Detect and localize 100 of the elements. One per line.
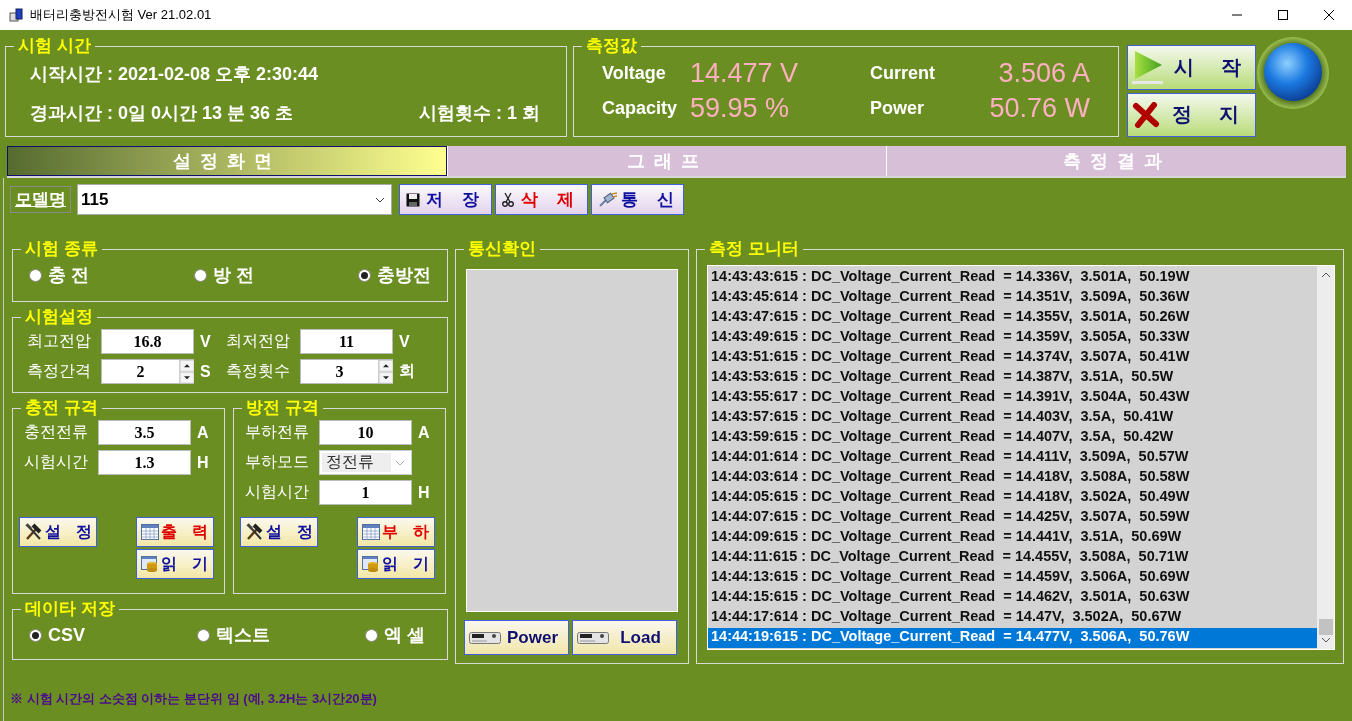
group-title: 방전 규격 (245, 398, 320, 418)
window-title: 배터리충방전시험 Ver 21.02.01 (30, 6, 212, 24)
log-line[interactable]: 14:43:49:615 : DC_Voltage_Current_Read = 14.359V, 3.505A, 50.33W (708, 328, 1317, 348)
measurement-value: 3.506 A (997, 58, 1090, 89)
radio-button[interactable] (29, 268, 42, 282)
note-text: ※ 시험 시간의 소숫점 이하는 분단위 임 (예, 3.2H는 3시간20분) (10, 690, 378, 708)
hammer-icon (245, 523, 265, 541)
radio-label: 방 전 (212, 264, 254, 287)
group-title: 통신확인 (467, 239, 537, 259)
measurement-value: 59.95 % (690, 93, 791, 124)
field-label: 시험시간 (245, 482, 310, 502)
log-line[interactable]: 14:44:15:615 : DC_Voltage_Current_Read = 14.462V, 3.501A, 50.63W (708, 588, 1317, 608)
action-button[interactable]: 출 력 (136, 517, 214, 547)
dropdown-field[interactable]: 정전류 (319, 450, 412, 475)
log-line[interactable]: 14:43:53:615 : DC_Voltage_Current_Read = 14.387V, 3.51A, 50.5W (708, 368, 1317, 388)
field-label: 최저전압 (226, 331, 291, 351)
field-label: 부하모드 (245, 452, 310, 472)
toolbar-button[interactable]: 통 신 (591, 184, 684, 215)
log-line[interactable]: 14:44:09:615 : DC_Voltage_Current_Read = 14.441V, 3.51A, 50.69W (708, 528, 1317, 548)
unit-label: A (197, 423, 210, 442)
spin-up-icon (180, 360, 194, 372)
action-button[interactable]: 부 하 (357, 517, 435, 547)
radio-label: 엑 셀 (384, 624, 425, 647)
test-count-text: 시험횟수 : 1 회 (419, 102, 540, 125)
app-icon (8, 7, 24, 23)
log-line[interactable]: 14:44:17:614 : DC_Voltage_Current_Read = 14.47V, 3.502A, 50.67W (708, 608, 1317, 628)
maximize-icon[interactable] (1277, 9, 1289, 21)
unit-label: 회 (399, 361, 415, 381)
input-field[interactable]: 1.3 (98, 450, 191, 475)
measurement-label: Capacity (602, 98, 679, 119)
action-button[interactable]: 읽 기 (357, 549, 435, 579)
scissors-icon (502, 191, 514, 208)
group-title: 시험설정 (24, 307, 94, 327)
log-line[interactable]: 14:43:55:617 : DC_Voltage_Current_Read = 14.391V, 3.504A, 50.43W (708, 388, 1317, 408)
log-line[interactable]: 14:43:43:615 : DC_Voltage_Current_Read = 14.336V, 3.501A, 50.19W (708, 268, 1317, 288)
toolbar-button[interactable]: 삭 제 (495, 184, 588, 215)
input-field[interactable]: 11 (300, 329, 393, 354)
group-title: 데이타 저장 (24, 599, 116, 619)
toolbar-button[interactable]: 저 장 (399, 184, 492, 215)
group-title: 충전 규격 (24, 398, 99, 418)
action-button[interactable]: 설 정 (240, 517, 318, 547)
close-icon[interactable] (1323, 9, 1335, 21)
chevron-down-icon (375, 196, 385, 203)
log-line[interactable]: 14:43:57:615 : DC_Voltage_Current_Read = 14.403V, 3.5A, 50.41W (708, 408, 1317, 428)
run-button[interactable]: 정 지 (1127, 92, 1256, 137)
field-label: 최고전압 (27, 331, 92, 351)
scroll-up-icon (1320, 272, 1331, 278)
measurement-value: 50.76 W (988, 93, 1090, 124)
field-label: 측정횟수 (226, 361, 291, 381)
plug-icon (598, 191, 618, 208)
grid-chart-icon (141, 524, 159, 540)
group-title: 측정값 (585, 36, 638, 56)
device-button[interactable]: Load (572, 620, 677, 655)
model-combo[interactable]: 115 (77, 184, 392, 215)
radio-button[interactable] (365, 628, 378, 642)
input-field[interactable]: 16.8 (101, 329, 194, 354)
radio-button[interactable] (29, 628, 42, 642)
grid-chart-icon (362, 524, 380, 540)
unit-label: H (197, 453, 210, 472)
log-line[interactable]: 14:44:01:614 : DC_Voltage_Current_Read = 14.411V, 3.509A, 50.57W (708, 448, 1317, 468)
input-field[interactable]: 10 (319, 420, 412, 445)
model-label: 모델명 (10, 186, 71, 213)
input-field[interactable]: 1 (319, 480, 412, 505)
device-button[interactable]: Power (464, 620, 569, 655)
log-line[interactable]: 14:43:51:615 : DC_Voltage_Current_Read = 14.374V, 3.507A, 50.41W (708, 348, 1317, 368)
log-line[interactable]: 14:44:11:615 : DC_Voltage_Current_Read = 14.455V, 3.508A, 50.71W (708, 548, 1317, 568)
input-field[interactable]: 3.5 (98, 420, 191, 445)
log-line[interactable]: 14:44:05:615 : DC_Voltage_Current_Read = 14.418V, 3.502A, 50.49W (708, 488, 1317, 508)
scroll-down-icon (1320, 637, 1331, 643)
log-line[interactable]: 14:43:45:614 : DC_Voltage_Current_Read = 14.351V, 3.509A, 50.36W (708, 288, 1317, 308)
log-line[interactable]: 14:44:13:615 : DC_Voltage_Current_Read = 14.459V, 3.506A, 50.69W (708, 568, 1317, 588)
radio-label: 충 전 (48, 264, 89, 287)
field-label: 측정간격 (27, 361, 92, 381)
play-icon (1132, 49, 1164, 86)
radio-button[interactable] (197, 628, 210, 642)
spin-field[interactable]: 2 (101, 359, 194, 384)
group-title: 측정 모니터 (708, 239, 800, 259)
log-line[interactable]: 14:44:07:615 : DC_Voltage_Current_Read = 14.425V, 3.507A, 50.59W (708, 508, 1317, 528)
measurement-value: 14.477 V (690, 58, 800, 89)
action-button[interactable]: 설 정 (19, 517, 97, 547)
chevron-down-icon (395, 459, 405, 466)
field-label: 시험시간 (24, 452, 89, 472)
run-button[interactable]: 시 작 (1127, 45, 1256, 90)
group-title: 시험 시간 (17, 36, 92, 56)
radio-label: 충방전 (377, 264, 431, 287)
radio-button[interactable] (193, 268, 207, 282)
radio-button[interactable] (358, 268, 371, 282)
log-line[interactable]: 14:44:03:614 : DC_Voltage_Current_Read = 14.418V, 3.508A, 50.58W (708, 468, 1317, 488)
database-icon (362, 556, 380, 572)
action-button[interactable]: 읽 기 (136, 549, 214, 579)
scroll-thumb[interactable] (1318, 619, 1333, 635)
unit-label: V (200, 332, 212, 351)
unit-label: H (418, 483, 431, 502)
spin-down-icon (379, 371, 393, 383)
log-line[interactable]: 14:43:47:615 : DC_Voltage_Current_Read = 14.355V, 3.501A, 50.26W (708, 308, 1317, 328)
spin-up-icon (379, 360, 393, 372)
log-line[interactable]: 14:43:59:615 : DC_Voltage_Current_Read = 14.407V, 3.5A, 50.42W (708, 428, 1317, 448)
instrument-icon (577, 630, 609, 645)
radio-label: 텍스트 (216, 624, 270, 647)
spin-field[interactable]: 3 (300, 359, 393, 384)
